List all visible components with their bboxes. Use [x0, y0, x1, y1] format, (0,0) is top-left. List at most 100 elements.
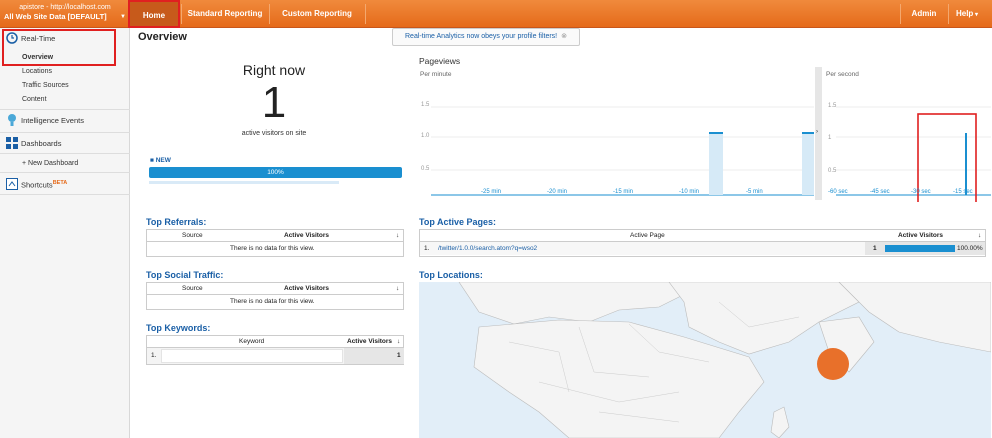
new-visitors-legend: ■ NEW [150, 157, 171, 164]
table-row: 1. 1 [147, 348, 404, 364]
sort-arrow-icon[interactable]: ↓ [396, 232, 399, 239]
sort-arrow-icon[interactable]: ↓ [978, 232, 981, 239]
y-axis-label: 1.5 [421, 102, 430, 108]
sidebar-item-content[interactable]: Content [22, 96, 47, 103]
chart-panel-divider[interactable]: › [815, 67, 822, 200]
table-header: Source Active Visitors ↓ [147, 283, 403, 295]
top-referrals-title: Top Referrals: [146, 217, 207, 227]
shortcuts-label: Shortcuts [21, 180, 53, 190]
sidebar-item-label: Intelligence Events [21, 116, 84, 125]
sidebar-item-label: ShortcutsBETA [21, 180, 67, 190]
table-header: Source Active Visitors ↓ [147, 230, 403, 242]
sidebar-item-traffic-sources[interactable]: Traffic Sources [22, 82, 69, 89]
nav-tab-custom-reporting[interactable]: Custom Reporting [270, 0, 364, 28]
pageview-bar-minute-top [709, 132, 723, 134]
notice-banner: Real-time Analytics now obeys your profi… [392, 28, 580, 46]
sidebar-item-label: Dashboards [21, 139, 62, 148]
nav-separator [948, 4, 949, 24]
pageview-bar-second [965, 133, 967, 195]
sidebar-item-dashboards[interactable]: Dashboards [0, 134, 130, 152]
active-page-percent-bar [885, 245, 955, 252]
x-tick-label: -25 min [481, 189, 502, 195]
column-header: Active Visitors [347, 338, 393, 345]
new-label: NEW [155, 157, 171, 164]
keyword-cell [161, 349, 343, 363]
column-header: Source [182, 232, 203, 239]
returning-visitors-bar [149, 181, 339, 184]
account-name: apistore - http://localhost.com [19, 4, 111, 11]
chevron-down-icon: ▾ [973, 12, 979, 18]
sidebar-item-intelligence-events[interactable]: Intelligence Events [0, 111, 130, 129]
y-axis-label: 0.5 [421, 166, 430, 172]
nav-help-link[interactable]: Help ▾ [950, 0, 984, 28]
account-selector[interactable]: apistore - http://localhost.com All Web … [4, 3, 126, 21]
nav-separator [900, 4, 901, 24]
x-tick-label: -15 sec [953, 189, 973, 195]
x-tick-label: -20 min [547, 189, 568, 195]
nav-tab-standard-reporting[interactable]: Standard Reporting [182, 0, 268, 28]
active-page-link[interactable]: /twitter/1.0.0/search.atom?q=wso2 [438, 245, 537, 252]
active-visitor-count: 1 [261, 78, 287, 127]
top-social-traffic-title: Top Social Traffic: [146, 270, 224, 280]
world-map [458, 282, 991, 438]
nav-separator [365, 4, 366, 24]
sort-arrow-icon[interactable]: ↓ [396, 285, 399, 292]
x-tick-label: -5 min [746, 189, 763, 195]
column-header: Source [182, 285, 203, 292]
sidebar-divider [0, 172, 130, 173]
sort-arrow-icon[interactable]: ↓ [397, 338, 400, 345]
nav-tab-home[interactable]: Home [128, 0, 180, 28]
new-visitors-bar: 100% [149, 167, 402, 178]
sidebar-divider [0, 153, 130, 154]
x-tick-label: -15 min [613, 189, 634, 195]
notice-text: Real-time Analytics now obeys your profi… [405, 33, 558, 40]
row-index: 1. [151, 352, 157, 359]
column-header: Active Visitors [284, 232, 330, 239]
column-header: Keyword [239, 338, 265, 345]
table-header: Keyword Active Visitors ↓ [147, 336, 403, 348]
sidebar: Real-Time Overview Locations Traffic Sou… [0, 28, 130, 438]
top-navigation-bar: apistore - http://localhost.com All Web … [0, 0, 992, 28]
active-visitors-label: active visitors on site [241, 130, 307, 137]
caret-down-icon: ▼ [120, 14, 126, 20]
top-active-pages-title: Top Active Pages: [419, 217, 497, 227]
y-axis-label: 0.5 [828, 168, 837, 174]
beta-badge: BETA [52, 180, 68, 186]
y-axis-label: 1.5 [828, 103, 837, 109]
column-header: Active Page [630, 232, 665, 239]
active-page-count: 1 [873, 245, 877, 252]
sidebar-divider [0, 194, 130, 195]
dashboard-grid-icon [6, 137, 18, 149]
social-traffic-table: Source Active Visitors ↓ There is no dat… [146, 282, 404, 310]
table-header: Active Page Active Visitors ↓ [420, 230, 985, 242]
highlight-box [2, 29, 116, 66]
sidebar-item-locations[interactable]: Locations [22, 68, 52, 75]
x-tick-label: -30 sec [911, 189, 931, 195]
pageviews-title: Pageviews [419, 56, 461, 66]
sidebar-item-shortcuts[interactable]: ShortcutsBETA [0, 175, 130, 193]
shortcuts-icon [6, 178, 18, 190]
location-marker[interactable] [817, 348, 849, 380]
help-label: Help [955, 9, 974, 18]
pageview-bar-minute [709, 133, 723, 195]
new-dashboard-link[interactable]: + New Dashboard [22, 160, 78, 167]
locations-map[interactable] [419, 282, 991, 438]
row-index: 1. [424, 245, 430, 252]
pageview-bar-minute [802, 133, 814, 195]
europe-landmass [458, 282, 690, 325]
column-header: Active Visitors [284, 285, 330, 292]
right-now-title: Right now [242, 62, 306, 78]
count-cell-bg [344, 348, 404, 364]
profile-name: All Web Site Data [DEFAULT] [4, 12, 107, 21]
close-icon[interactable]: ⊗ [561, 33, 567, 40]
active-page-percent: 100.00% [957, 245, 983, 252]
x-tick-label: -60 sec [828, 189, 848, 195]
sidebar-divider [0, 109, 130, 110]
table-row: There is no data for this view. [147, 242, 403, 255]
x-tick-label: -45 sec [870, 189, 890, 195]
y-axis-label: 1.0 [421, 133, 430, 139]
madagascar-landmass [770, 406, 790, 438]
nav-admin-link[interactable]: Admin [902, 0, 946, 28]
sidebar-divider [0, 132, 130, 133]
table-row: There is no data for this view. [147, 295, 403, 308]
